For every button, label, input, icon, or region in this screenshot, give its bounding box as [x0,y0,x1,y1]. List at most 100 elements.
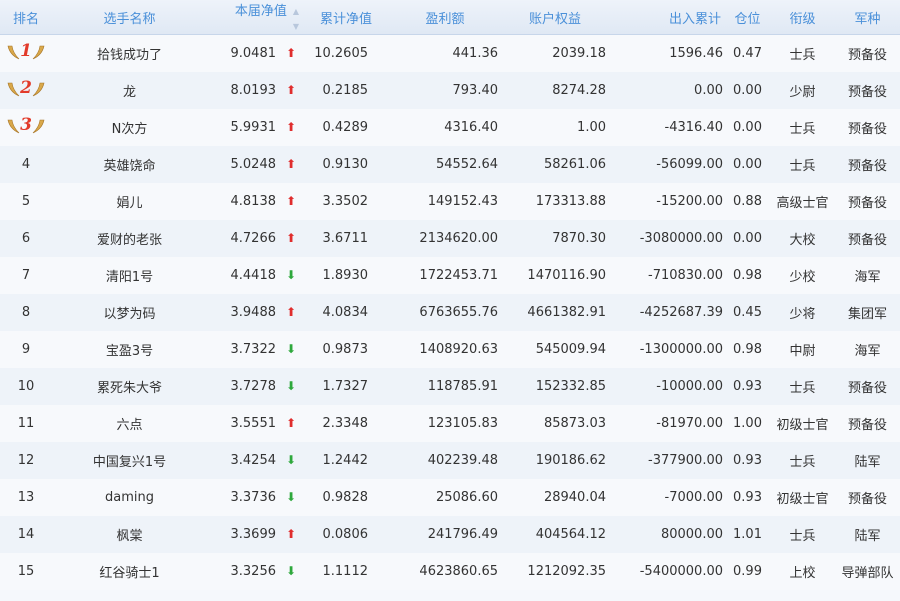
cell-equity: 85873.03 [543,415,606,431]
arrow-up-icon: ⬆ [285,82,296,97]
cell-rank: 14 [0,516,52,553]
player-name-link[interactable]: N次方 [112,122,148,137]
col-header-cum-nav[interactable]: 累计净值 [302,0,390,35]
cell-branch: 预备役 [847,47,887,63]
table-row[interactable]: 6 爱财的老张 4.7266 ⬆ 3.6711 2134620.00 7870.30 -308… [0,219,900,257]
col-header-flow[interactable]: 出入累计 [610,0,725,35]
cell-rank-title: 士兵 [789,454,816,470]
table-row[interactable]: 11 六点 3.5551 ⬆ 2.3348 123105.83 85873.03 -81970… [0,404,900,442]
cell-profit: 4316.40 [444,119,498,135]
table-row[interactable]: 13 daming 3.3736 ⬇ 0.9828 25086.60 28940.04 -70… [0,478,900,516]
col-header-name[interactable]: 选手名称 [52,0,207,35]
col-header-profit[interactable]: 盈利额 [390,0,500,35]
player-name-link[interactable]: 宝盈3号 [106,344,153,359]
cell-cum-nav: 1.8930 [322,267,369,283]
ranking-table: 排名 选手名称 本届净值 ▲ ▼ 累计净值 盈利额 账户权益 出入累计 仓位 衔级 … [0,0,900,590]
cell-profit: 4623860.65 [419,563,498,579]
player-name-link[interactable]: 累死朱大爷 [97,381,162,396]
rank-number: 9 [21,341,31,357]
cell-cum-nav: 1.1112 [322,563,369,579]
cell-equity: 545009.94 [535,341,606,357]
player-name-link[interactable]: 爱财的老张 [97,233,162,248]
player-name-link[interactable]: 龙 [123,85,136,100]
cell-branch: 导弹部队 [841,565,894,581]
cell-name[interactable]: 拾钱成功了 [52,35,207,72]
cell-branch: 预备役 [847,232,887,248]
cell-name[interactable]: 红谷骑士1 [52,553,207,590]
player-name-link[interactable]: 以梦为码 [103,307,155,322]
cell-name[interactable]: daming [52,479,207,516]
arrow-up-icon: ⬆ [285,230,296,245]
cell-nav: 3.5551 ⬆ [207,405,302,442]
table-body: 1 拾钱成功了 9.0481 ⬆ 10.2605 441.36 2039.18 1596.46… [0,34,900,590]
cell-name[interactable]: 枫棠 [52,516,207,553]
col-header-branch[interactable]: 军种 [835,0,900,35]
cell-name[interactable]: 爱财的老张 [52,220,207,257]
player-name-link[interactable]: 英雄饶命 [103,159,155,174]
cell-nav: 4.8138 ⬆ [207,183,302,220]
player-name-link[interactable]: 清阳1号 [106,270,153,285]
nav-value: 4.4418 [230,267,277,283]
cell-flow: 80000.00 [660,526,723,542]
cell-equity: 190186.62 [535,452,606,468]
player-name-link[interactable]: 拾钱成功了 [97,48,162,63]
cell-name[interactable]: 龙 [52,72,207,109]
rank-number: 11 [17,415,35,431]
player-name-link[interactable]: daming [105,490,154,505]
rank-number: 4 [21,156,31,172]
cell-rank-title: 士兵 [789,158,816,174]
table-row[interactable]: 2 龙 8.0193 ⬆ 0.2185 793.40 8274.28 0.00 0.00 少尉 预备… [0,71,900,109]
table-row[interactable]: 10 累死朱大爷 3.7278 ⬇ 1.7327 118785.91 152332.85 -1… [0,367,900,405]
cell-name[interactable]: 六点 [52,405,207,442]
cell-position: 0.00 [733,230,762,246]
cell-branch: 集团军 [847,306,887,322]
cell-position: 0.00 [733,82,762,98]
player-name-link[interactable]: 枫棠 [116,529,142,544]
nav-value: 9.0481 [230,45,277,61]
player-name-link[interactable]: 中国复兴1号 [93,455,166,470]
cell-name[interactable]: 宝盈3号 [52,331,207,368]
cell-rank-title: 士兵 [789,47,816,63]
col-header-equity[interactable]: 账户权益 [500,0,610,35]
player-name-link[interactable]: 红谷骑士1 [99,566,159,581]
sort-updown-icon[interactable]: ▲ ▼ [293,7,299,31]
cell-profit: 6763655.76 [419,304,498,320]
table-row[interactable]: 8 以梦为码 3.9488 ⬆ 4.0834 6763655.76 4661382.91 -4… [0,293,900,331]
table-row[interactable]: 5 娟儿 4.8138 ⬆ 3.3502 149152.43 173313.88 -15200… [0,182,900,220]
nav-value: 8.0193 [230,82,277,98]
table-row[interactable]: 15 红谷骑士1 3.3256 ⬇ 1.1112 4623860.65 1212092.35… [0,552,900,590]
cell-flow: -1300000.00 [639,341,723,357]
col-header-rank[interactable]: 排名 [0,0,52,35]
table-row[interactable]: 12 中国复兴1号 3.4254 ⬇ 1.2442 402239.48 190186.62 -… [0,441,900,479]
cell-rank-title: 上校 [789,565,816,581]
table-row[interactable]: 1 拾钱成功了 9.0481 ⬆ 10.2605 441.36 2039.18 1596.46… [0,34,900,72]
table-row[interactable]: 4 英雄饶命 5.0248 ⬆ 0.9130 54552.64 58261.06 -56099… [0,145,900,183]
col-header-nav[interactable]: 本届净值 ▲ ▼ [207,0,302,35]
cell-nav: 3.7322 ⬇ [207,331,302,368]
player-name-link[interactable]: 娟儿 [116,196,142,211]
cell-name[interactable]: 英雄饶命 [52,146,207,183]
cell-cum-nav: 4.0834 [322,304,369,320]
cell-name[interactable]: 累死朱大爷 [52,368,207,405]
table-row[interactable]: 9 宝盈3号 3.7322 ⬇ 0.9873 1408920.63 545009.94 -13… [0,330,900,368]
cell-name[interactable]: 中国复兴1号 [52,442,207,479]
table-row[interactable]: 14 枫棠 3.3699 ⬆ 0.0806 241796.49 404564.12 80000… [0,515,900,553]
cell-nav: 8.0193 ⬆ [207,72,302,109]
cell-rank: 6 [0,220,52,257]
table-row[interactable]: 3 N次方 5.9931 ⬆ 0.4289 4316.40 1.00 -4316.40 0.00… [0,108,900,146]
rank-number: 2 [20,78,32,98]
cell-rank-title: 少尉 [789,84,816,100]
player-name-link[interactable]: 六点 [116,418,142,433]
table-row[interactable]: 7 清阳1号 4.4418 ⬇ 1.8930 1722453.71 1470116.90 -7… [0,256,900,294]
cell-rank-title: 初级士官 [776,417,829,433]
col-header-position[interactable]: 仓位 [725,0,770,35]
cell-name[interactable]: N次方 [52,109,207,146]
cell-name[interactable]: 娟儿 [52,183,207,220]
arrow-up-icon: ⬆ [285,415,296,430]
arrow-up-icon: ⬆ [285,45,296,60]
col-header-rank-title[interactable]: 衔级 [770,0,835,35]
rank-medal: 1 [4,40,48,62]
cell-name[interactable]: 以梦为码 [52,294,207,331]
cell-rank-title: 少校 [789,269,816,285]
cell-name[interactable]: 清阳1号 [52,257,207,294]
